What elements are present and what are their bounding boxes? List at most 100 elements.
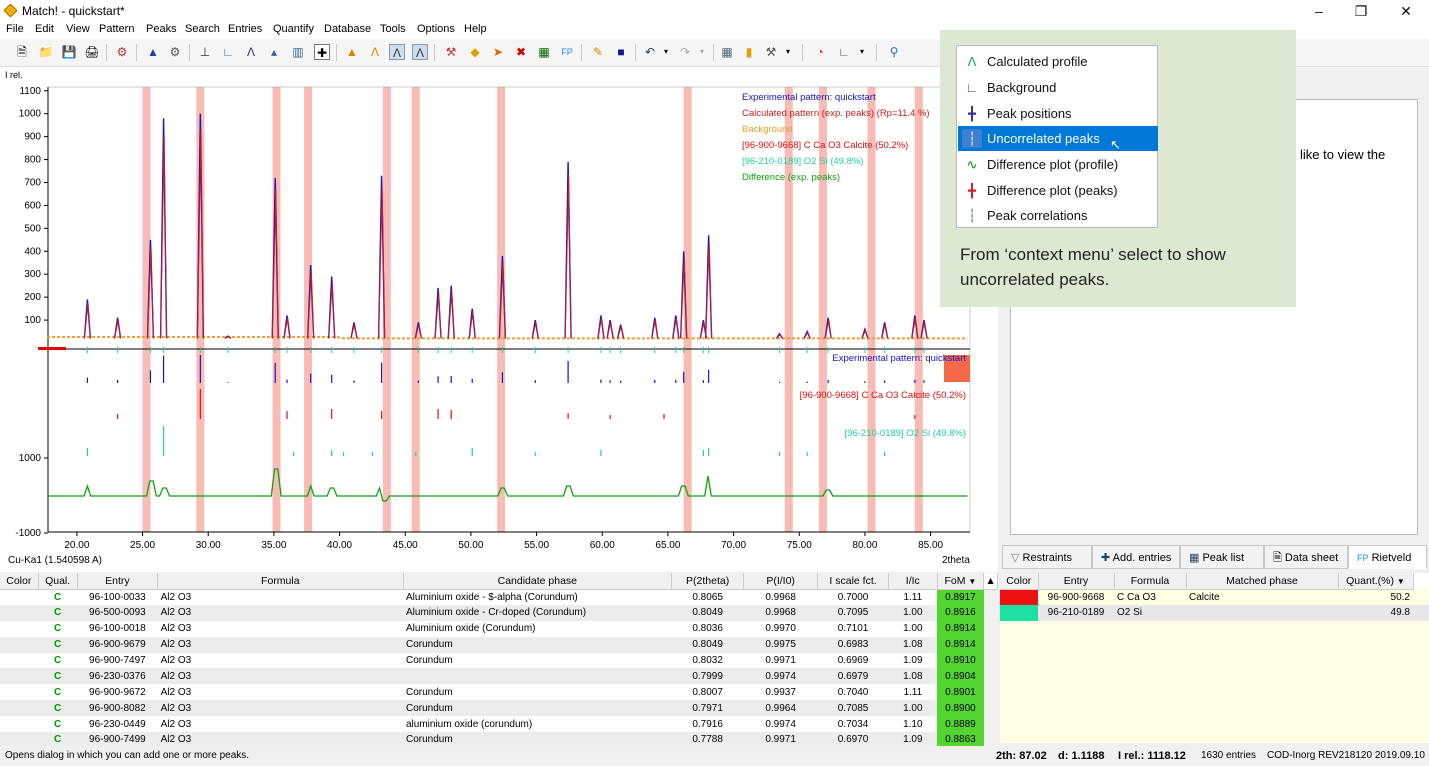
save-icon[interactable]: 💾 bbox=[61, 44, 77, 60]
calculator-icon[interactable]: ▦ bbox=[719, 44, 735, 60]
matched-row[interactable]: 96-900-9668 C Ca O3 Calcite 50.2 bbox=[1000, 589, 1429, 605]
scroll-up-icon[interactable]: ▲ bbox=[983, 573, 998, 590]
undo-dropdown-icon[interactable]: ▾ bbox=[658, 44, 674, 60]
col-entry[interactable]: Entry bbox=[77, 573, 159, 590]
col-candidate-phase[interactable]: Candidate phase bbox=[403, 573, 673, 590]
scrollbar[interactable] bbox=[983, 684, 998, 701]
table-row[interactable]: C 96-100-0018 Al2 O3 Aluminium oxide (Corun… bbox=[0, 620, 998, 637]
calc-profile-toggle-icon[interactable]: Λ bbox=[389, 44, 405, 60]
delete-icon[interactable]: ✖ bbox=[513, 44, 529, 60]
menu-item-difference-peaks[interactable]: ╋ Difference plot (peaks) bbox=[958, 178, 1158, 203]
menu-tools[interactable]: Tools bbox=[380, 23, 406, 35]
col-fom[interactable]: FoM ▼ bbox=[937, 573, 985, 590]
table-row[interactable]: C 96-230-0449 Al2 O3 aluminium oxide (corun… bbox=[0, 716, 998, 733]
menu-edit[interactable]: Edit bbox=[35, 23, 54, 35]
report-icon[interactable]: ✎ bbox=[590, 44, 606, 60]
bar-view-icon[interactable]: ▥ bbox=[290, 44, 306, 60]
restore-button[interactable]: ❐ bbox=[1338, 1, 1384, 21]
menu-item-background[interactable]: ∟ Background bbox=[958, 75, 1158, 100]
fp-icon[interactable]: FP bbox=[557, 44, 577, 60]
zoom-icon[interactable]: ⚲ bbox=[886, 44, 902, 60]
scrollbar[interactable] bbox=[983, 604, 998, 621]
phase-color-swatch[interactable] bbox=[1000, 589, 1038, 605]
col-pi-i0[interactable]: P(I/I0) bbox=[743, 573, 819, 590]
menu-database[interactable]: Database bbox=[324, 23, 371, 35]
matched-row[interactable]: 96-210-0189 O2 Si 49.8 bbox=[1000, 604, 1429, 621]
quantify-icon[interactable]: ▦ bbox=[536, 44, 552, 60]
scrollbar[interactable] bbox=[983, 716, 998, 733]
tab-restraints[interactable]: ▽ Restraints bbox=[1002, 545, 1092, 569]
tab-add-entries[interactable]: ✚ Add. entries bbox=[1092, 545, 1180, 569]
redo-dropdown-icon[interactable]: ▾ bbox=[694, 44, 710, 60]
profile-icon[interactable]: ∟ bbox=[220, 44, 236, 60]
scrollbar[interactable] bbox=[983, 636, 998, 653]
menu-search[interactable]: Search bbox=[185, 23, 220, 35]
table-row[interactable]: C 96-100-0033 Al2 O3 Aluminium oxide - $-al… bbox=[0, 589, 998, 605]
table-row[interactable]: C 96-900-7497 Al2 O3 Corundum 0.8032 0.9971 0.… bbox=[0, 652, 998, 669]
col-formula[interactable]: Formula bbox=[157, 573, 404, 590]
chart-options-icon[interactable]: ∟ bbox=[836, 44, 852, 60]
col-quant[interactable]: Quant.(%) ▼ bbox=[1338, 573, 1414, 590]
color-icon[interactable]: ◔ bbox=[812, 44, 828, 60]
col-matched-color[interactable]: Color bbox=[1000, 573, 1039, 590]
diffraction-plot-pane[interactable]: I rel. 1100 1000 900 800 700 600 500 400 300 200 1… bbox=[0, 67, 998, 572]
col-iic[interactable]: I/Ic bbox=[888, 573, 938, 590]
table-row[interactable]: C 96-900-9679 Al2 O3 Corundum 0.8049 0.9975 0.… bbox=[0, 636, 998, 653]
col-p2theta[interactable]: P(2theta) bbox=[671, 573, 745, 590]
scrollbar[interactable] bbox=[983, 668, 998, 685]
menu-pattern[interactable]: Pattern bbox=[99, 23, 134, 35]
phase-color-swatch[interactable] bbox=[1000, 604, 1038, 621]
menu-item-peak-positions[interactable]: ╋ Peak positions bbox=[958, 101, 1158, 126]
tools-icon[interactable]: ⚒ bbox=[763, 44, 779, 60]
open-folder-icon[interactable]: 📁 bbox=[38, 44, 54, 60]
col-matched-entry[interactable]: Entry bbox=[1038, 573, 1115, 590]
peaks-view-icon[interactable]: ▴ bbox=[266, 44, 282, 60]
tab-peak-list[interactable]: ▦ Peak list bbox=[1180, 545, 1264, 569]
menu-item-peak-correlations[interactable]: ┆ Peak correlations bbox=[958, 203, 1158, 228]
menu-options[interactable]: Options bbox=[417, 23, 455, 35]
col-matched-formula[interactable]: Formula bbox=[1114, 573, 1187, 590]
tools-dropdown-icon[interactable]: ▾ bbox=[780, 44, 796, 60]
col-color[interactable]: Color bbox=[0, 573, 39, 590]
menu-peaks[interactable]: Peaks bbox=[146, 23, 177, 35]
col-iscale[interactable]: I scale fct. bbox=[817, 573, 889, 590]
scrollbar[interactable] bbox=[983, 652, 998, 669]
menu-item-calculated-profile[interactable]: Λ Calculated profile bbox=[958, 49, 1158, 74]
tab-data-sheet[interactable]: 🗎 Data sheet bbox=[1264, 545, 1348, 569]
peak-search-icon[interactable]: ⚙ bbox=[167, 44, 183, 60]
col-matched-phase[interactable]: Matched phase bbox=[1186, 573, 1339, 590]
menu-file[interactable]: File bbox=[6, 23, 24, 35]
new-file-icon[interactable]: 🗎 bbox=[14, 44, 30, 60]
table-row[interactable]: C 96-500-0093 Al2 O3 Aluminium oxide - Cr-d… bbox=[0, 604, 998, 621]
diffraction-plot[interactable]: I rel. 1100 1000 900 800 700 600 500 400 300 200 1… bbox=[0, 67, 998, 572]
menu-view[interactable]: View bbox=[66, 23, 90, 35]
menu-item-difference-profile[interactable]: ∿ Difference plot (profile) bbox=[958, 152, 1158, 177]
undo-icon[interactable]: ↶ bbox=[642, 44, 658, 60]
peak-tool-icon[interactable]: ▲ bbox=[145, 44, 161, 60]
menu-help[interactable]: Help bbox=[464, 23, 487, 35]
minimize-button[interactable]: – bbox=[1296, 1, 1342, 21]
settings-icon[interactable]: ⚒ bbox=[443, 44, 459, 60]
peak-a-icon[interactable]: ▲ bbox=[344, 44, 360, 60]
tab-rietveld[interactable]: FP Rietveld bbox=[1348, 545, 1427, 569]
diamond-icon[interactable]: ◆ bbox=[467, 44, 483, 60]
redo-icon[interactable]: ↷ bbox=[677, 44, 693, 60]
scrollbar[interactable] bbox=[983, 589, 998, 605]
menu-item-uncorrelated-peaks[interactable]: ┆ Uncorrelated peaks ↖ bbox=[958, 126, 1158, 152]
scrollbar[interactable] bbox=[983, 620, 998, 637]
close-button[interactable]: ✕ bbox=[1383, 1, 1429, 21]
chart-dropdown-icon[interactable]: ▾ bbox=[854, 44, 870, 60]
peak-b-icon[interactable]: Λ bbox=[367, 44, 383, 60]
add-peak-icon[interactable]: ✚ bbox=[314, 44, 330, 60]
note-icon[interactable]: ▮ bbox=[741, 44, 757, 60]
peak-shape-icon[interactable]: Λ bbox=[243, 44, 259, 60]
diff-profile-toggle-icon[interactable]: Λ bbox=[412, 44, 428, 60]
print-icon[interactable]: 🖨 bbox=[84, 44, 100, 60]
table-row[interactable]: C 96-230-0376 Al2 O3 0.7999 0.9974 0.6979 1.08… bbox=[0, 668, 998, 685]
table-row[interactable]: C 96-900-9672 Al2 O3 Corundum 0.8007 0.9937 0.… bbox=[0, 684, 998, 701]
axis-tool-icon[interactable]: ⊥ bbox=[197, 44, 213, 60]
table-row[interactable]: C 96-900-8082 Al2 O3 Corundum 0.7971 0.9964 0.… bbox=[0, 700, 998, 717]
col-qual[interactable]: Qual. bbox=[38, 573, 78, 590]
pattern-tool-icon[interactable]: ⚙ bbox=[114, 44, 130, 60]
scrollbar[interactable] bbox=[983, 700, 998, 717]
